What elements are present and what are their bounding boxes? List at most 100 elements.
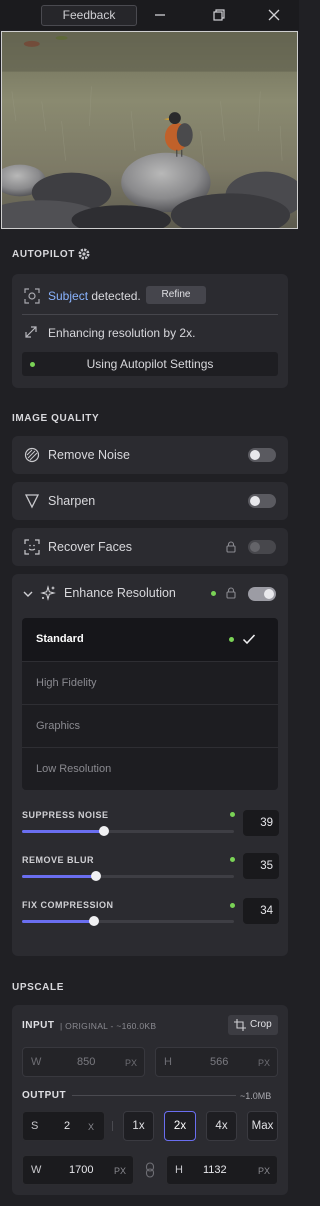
field-key: H: [175, 1164, 183, 1176]
lock-icon: [226, 541, 236, 553]
scale-4x-button[interactable]: 4x: [206, 1111, 237, 1141]
crop-icon: [234, 1019, 246, 1031]
slider-thumb[interactable]: [89, 916, 99, 926]
enhancing-text: Enhancing resolution by 2x.: [48, 326, 196, 340]
unit: PX: [258, 1166, 271, 1176]
suppress-noise-value[interactable]: 39: [243, 810, 279, 836]
divider: [22, 314, 278, 315]
slider-thumb[interactable]: [99, 826, 109, 836]
refine-button[interactable]: Refine: [146, 286, 206, 304]
crop-label: Crop: [250, 1019, 272, 1030]
mode-label: High Fidelity: [36, 677, 97, 689]
input-height-field: H 566 PX: [155, 1047, 278, 1077]
scale-value: 2: [64, 1120, 71, 1132]
detected-text: detected.: [91, 289, 141, 303]
output-width-value: 1700: [69, 1164, 94, 1176]
input-label: INPUT: [22, 1020, 55, 1031]
remove-noise-label: Remove Noise: [48, 448, 130, 462]
field-key: S: [31, 1120, 39, 1132]
output-size: ~1.0MB: [240, 1091, 272, 1101]
field-key: W: [31, 1164, 42, 1176]
unit: PX: [114, 1166, 127, 1176]
output-height-field[interactable]: H 1132 PX: [166, 1155, 278, 1185]
enhance-resolution-toggle[interactable]: [248, 587, 276, 601]
autopilot-settings-label: Using Autopilot Settings: [86, 357, 214, 371]
lock-icon: [226, 587, 236, 599]
image-preview[interactable]: [1, 31, 298, 229]
field-key: W: [31, 1056, 42, 1068]
input-meta: | ORIGINAL - ~160.0KB: [60, 1021, 157, 1031]
mode-high-fidelity[interactable]: High Fidelity: [22, 661, 278, 704]
input-width-value: 850: [77, 1056, 96, 1068]
input-width-field: W 850 PX: [22, 1047, 145, 1077]
slider-thumb[interactable]: [91, 871, 101, 881]
autopilot-settings-bar[interactable]: Using Autopilot Settings: [22, 352, 278, 376]
remove-noise-row[interactable]: Remove Noise: [12, 436, 288, 474]
feedback-button[interactable]: Feedback: [41, 5, 137, 26]
unit: PX: [125, 1058, 138, 1068]
remove-blur-label: REMOVE BLUR: [22, 855, 95, 865]
robin-photo: [2, 32, 297, 228]
mode-label: Standard: [36, 633, 84, 645]
subject-link[interactable]: Subject: [48, 289, 88, 303]
image-quality-heading: IMAGE QUALITY: [12, 413, 100, 424]
upscale-heading: UPSCALE: [12, 982, 64, 993]
remove-blur-slider[interactable]: [22, 871, 234, 881]
mode-graphics[interactable]: Graphics: [22, 704, 278, 747]
recover-faces-row[interactable]: Recover Faces: [12, 528, 288, 566]
sharpen-row[interactable]: Sharpen: [12, 482, 288, 520]
recover-faces-label: Recover Faces: [48, 540, 133, 554]
field-key: H: [164, 1056, 172, 1068]
suppress-noise-slider[interactable]: [22, 826, 234, 836]
sparkle-icon: [40, 585, 56, 601]
unit: X: [88, 1122, 95, 1132]
sharpen-icon: [24, 493, 40, 509]
scale-max-button[interactable]: Max: [247, 1111, 278, 1141]
mode-label: Low Resolution: [36, 763, 112, 775]
title-bar: Feedback: [0, 0, 299, 30]
output-height-value: 1132: [203, 1164, 227, 1176]
sharpen-label: Sharpen: [48, 494, 96, 508]
scale-2x-button[interactable]: 2x: [164, 1111, 196, 1141]
expand-arrows-icon: [24, 325, 38, 339]
status-dot: [211, 591, 216, 596]
mode-standard[interactable]: Standard: [22, 618, 278, 661]
check-icon: [242, 632, 256, 646]
status-dot: [230, 812, 235, 817]
status-dot: [229, 637, 234, 642]
noise-icon: [24, 447, 40, 463]
sharpen-toggle[interactable]: [248, 494, 276, 508]
crop-button[interactable]: Crop: [228, 1015, 278, 1035]
restore-icon[interactable]: [207, 5, 231, 25]
mode-label: Graphics: [36, 720, 81, 732]
scale-field[interactable]: S 2 X: [22, 1111, 105, 1141]
enhance-resolution-panel: Enhance Resolution Standard High Fidelit…: [12, 574, 288, 956]
input-height-value: 566: [210, 1056, 229, 1068]
fix-compression-value[interactable]: 34: [243, 898, 279, 924]
remove-blur-value[interactable]: 35: [243, 853, 279, 879]
minimize-icon[interactable]: [148, 5, 172, 25]
upscale-panel: INPUT | ORIGINAL - ~160.0KB Crop W 850 P…: [12, 1005, 288, 1195]
output-label: OUTPUT: [22, 1090, 67, 1101]
status-dot: [230, 903, 235, 908]
subject-detect-icon: [24, 288, 40, 304]
suppress-noise-label: SUPPRESS NOISE: [22, 810, 109, 820]
autopilot-panel: Subject detected. Refine Enhancing resol…: [12, 274, 288, 388]
link-icon[interactable]: [145, 1162, 155, 1178]
output-width-field[interactable]: W 1700 PX: [22, 1155, 134, 1185]
unit: PX: [258, 1058, 271, 1068]
status-dot: [230, 857, 235, 862]
autopilot-heading: AUTOPILOT: [12, 249, 75, 260]
mode-low-resolution[interactable]: Low Resolution: [22, 747, 278, 790]
recover-faces-toggle[interactable]: [248, 540, 276, 554]
face-icon: [24, 539, 40, 555]
divider: [72, 1095, 236, 1096]
gear-icon[interactable]: [77, 247, 91, 261]
close-icon[interactable]: [262, 5, 286, 25]
enhance-resolution-label: Enhance Resolution: [64, 586, 176, 600]
fix-compression-label: FIX COMPRESSION: [22, 900, 114, 910]
fix-compression-slider[interactable]: [22, 916, 234, 926]
scale-1x-button[interactable]: 1x: [123, 1111, 154, 1141]
chevron-down-icon[interactable]: [22, 588, 34, 600]
remove-noise-toggle[interactable]: [248, 448, 276, 462]
